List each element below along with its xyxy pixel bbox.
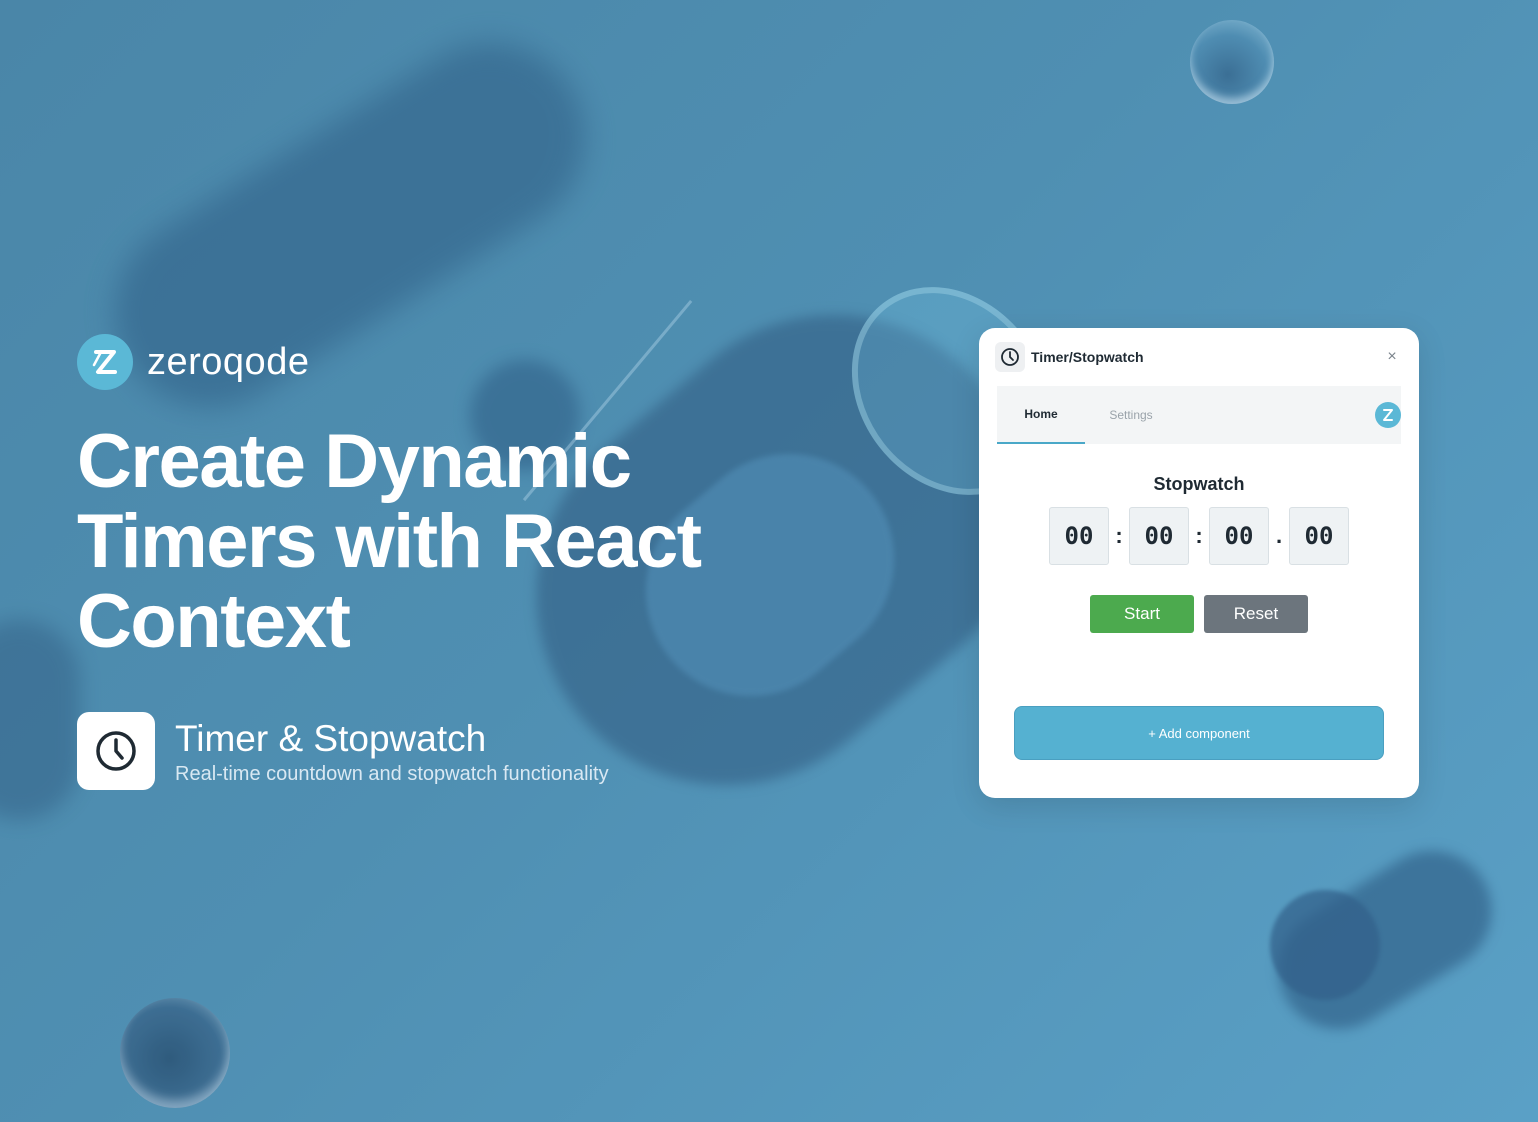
brand: zeroqode [77, 334, 309, 390]
clock-icon [995, 342, 1025, 372]
timer-widget-card: Timer/Stopwatch × Home Settings Stopwatc… [979, 328, 1419, 798]
stopwatch-display: 00 : 00 : 00 . 00 [979, 507, 1419, 565]
zeroqode-z-icon [77, 334, 133, 390]
tab-settings[interactable]: Settings [1087, 386, 1175, 444]
bubble-top [1190, 20, 1274, 104]
stopwatch-title: Stopwatch [1153, 474, 1245, 494]
seconds-display: 00 [1209, 507, 1269, 565]
add-component-button[interactable]: + Add component [1014, 706, 1384, 760]
tab-home[interactable]: Home [997, 386, 1085, 444]
separator: : [1115, 523, 1123, 548]
page-headline: Create Dynamic Timers with React Context [77, 419, 702, 664]
brand-name: zeroqode [147, 340, 310, 383]
blurred-shape-left [0, 620, 80, 820]
bubble-bottom-left [120, 998, 230, 1108]
minutes-display: 00 [1129, 507, 1189, 565]
feature-text: Timer & Stopwatch Real-time countdown an… [175, 717, 609, 786]
clock-icon [77, 712, 155, 790]
feature-title: Timer & Stopwatch [175, 717, 487, 759]
centiseconds-display: 00 [1289, 507, 1349, 565]
widget-title: Timer/Stopwatch [1031, 349, 1144, 365]
widget-tabs: Home Settings [997, 386, 1401, 444]
separator: : [1195, 523, 1203, 548]
hours-display: 00 [1049, 507, 1109, 565]
start-button[interactable]: Start [1090, 595, 1194, 633]
stopwatch-controls: Start Reset [979, 595, 1419, 633]
feature-subtitle: Real-time countdown and stopwatch functi… [175, 762, 609, 785]
separator: . [1275, 523, 1283, 548]
close-button[interactable]: × [1381, 346, 1403, 368]
close-icon: × [1387, 348, 1397, 365]
zeroqode-z-icon [1375, 402, 1401, 428]
feature-block: Timer & Stopwatch Real-time countdown an… [77, 712, 609, 790]
cylinder-end-bottom-right [1270, 890, 1380, 1000]
reset-button[interactable]: Reset [1204, 595, 1308, 633]
widget-header: Timer/Stopwatch × [979, 328, 1419, 386]
